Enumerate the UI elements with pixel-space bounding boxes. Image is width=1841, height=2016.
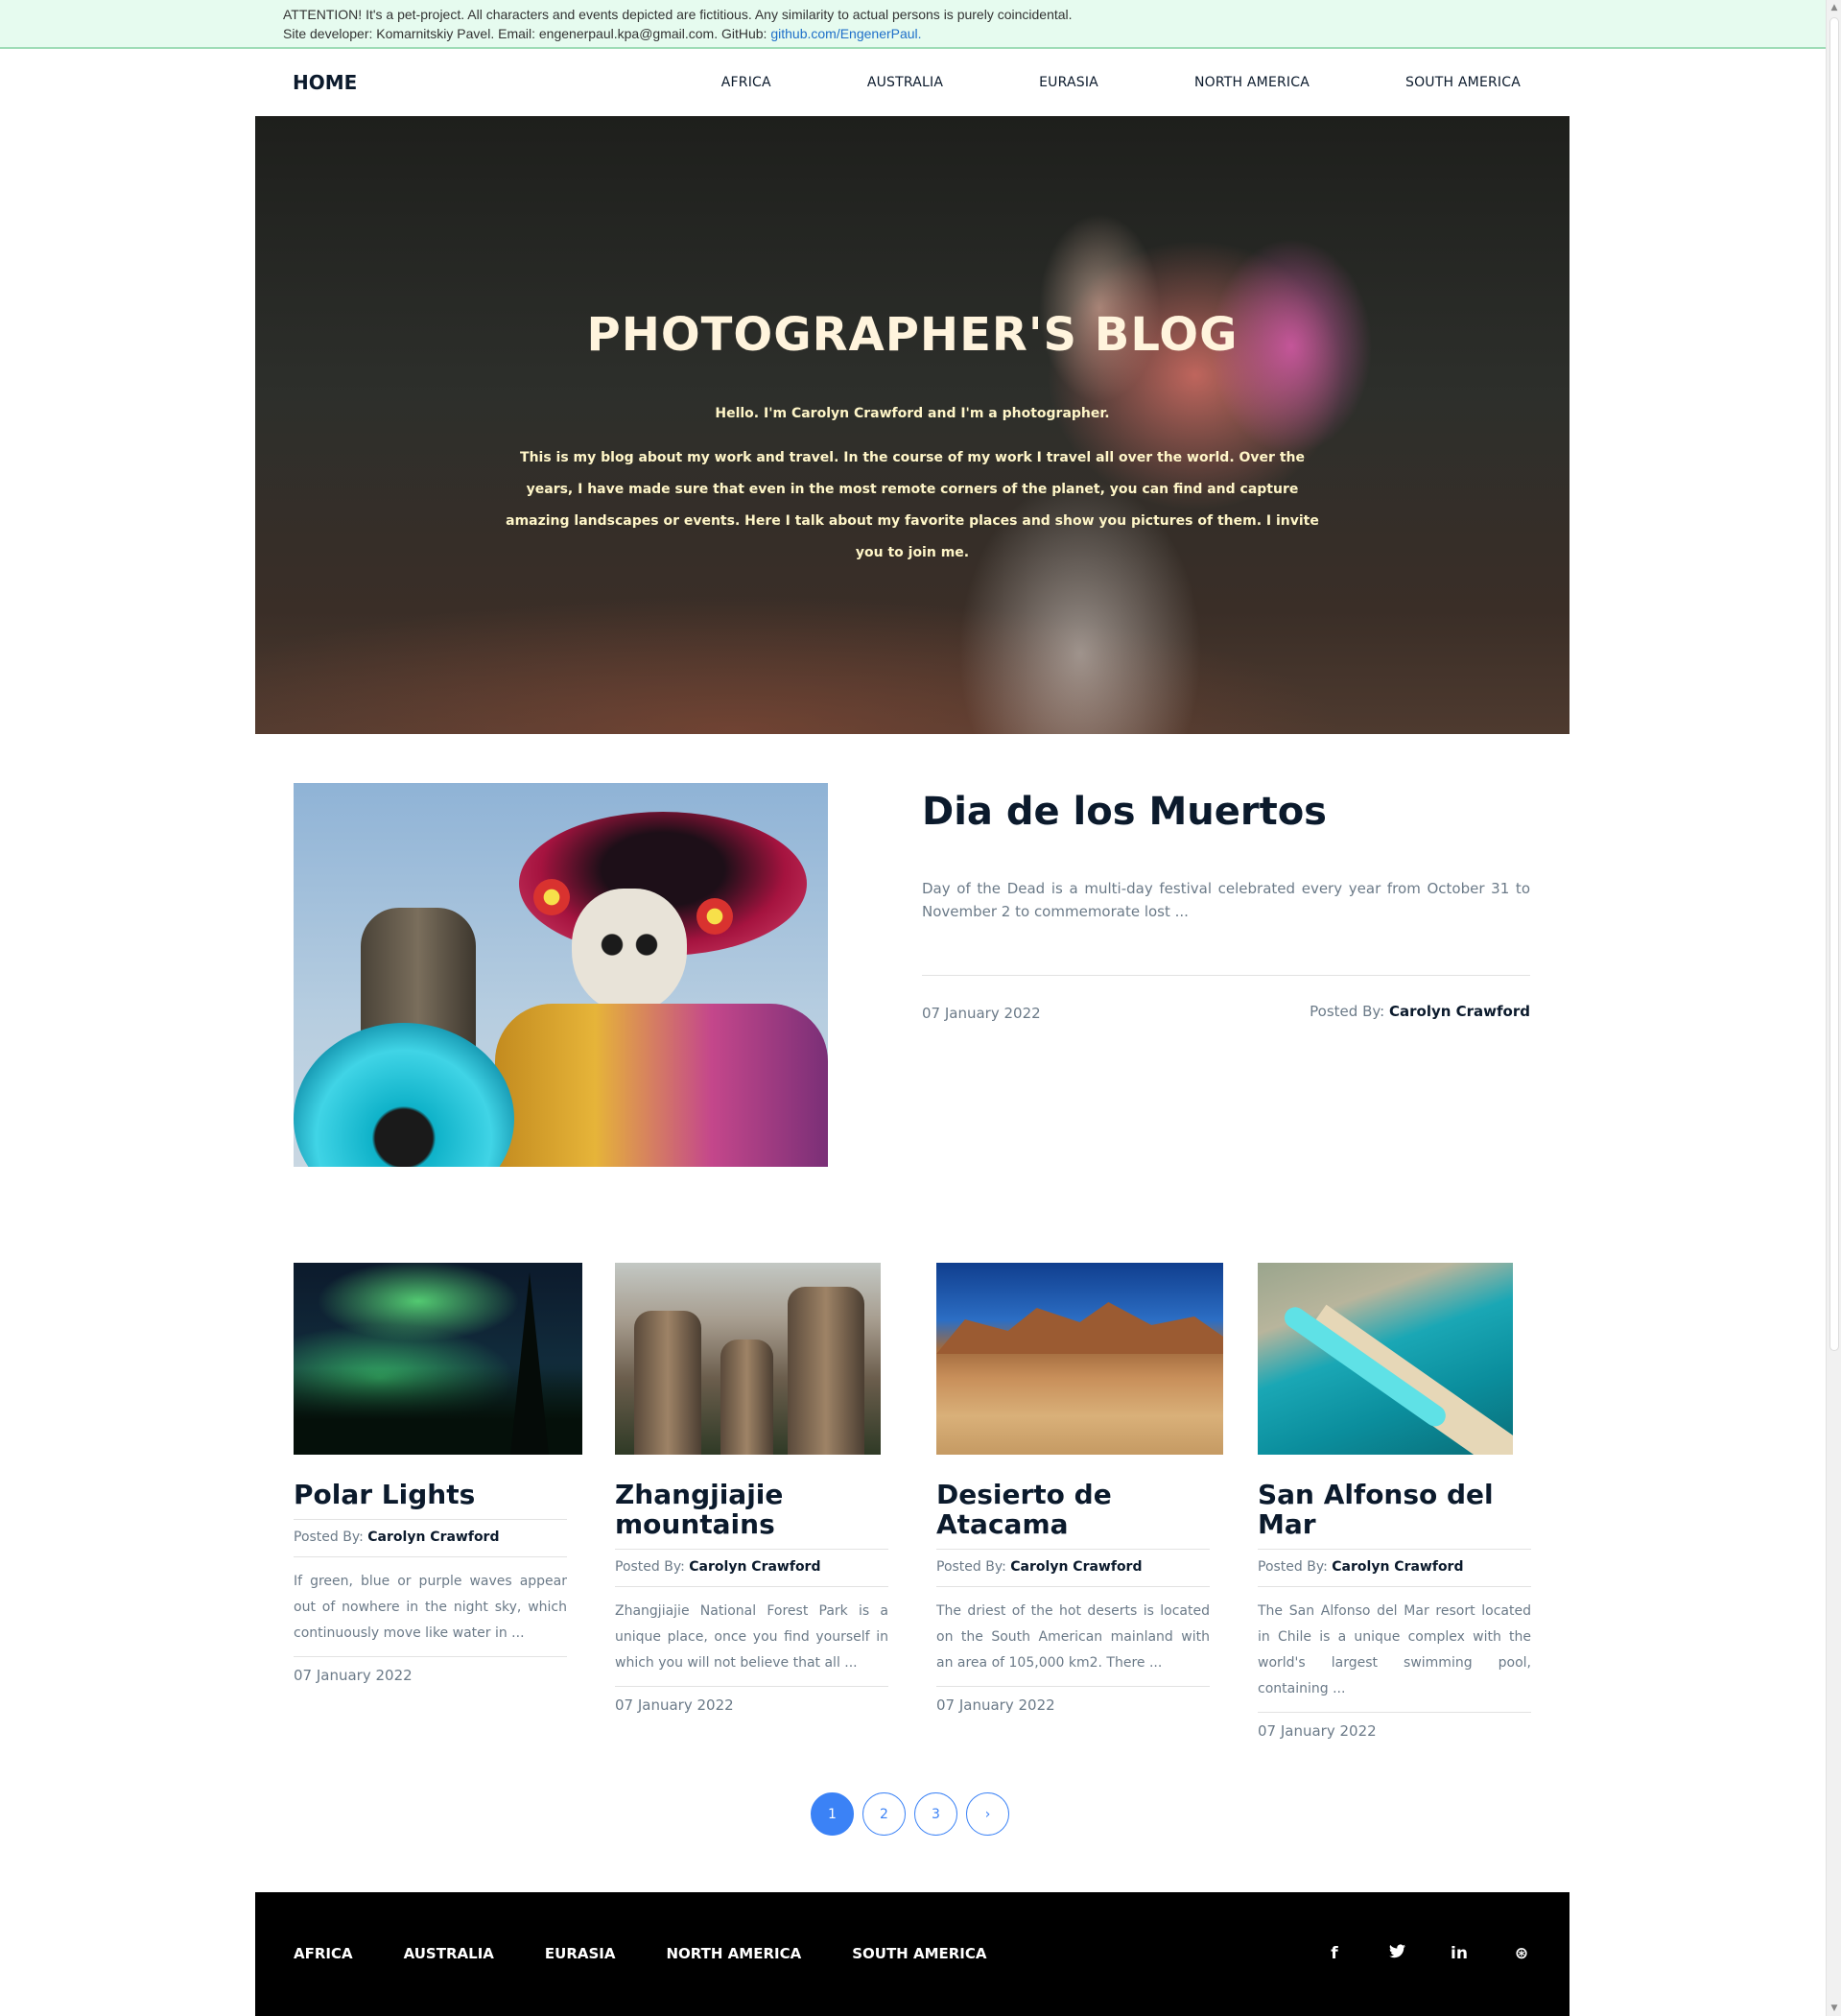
post-title[interactable]: Desierto de Atacama [936, 1480, 1210, 1550]
social-links: f in ⊛ [1282, 1892, 1531, 2015]
rock-pillar-shape [634, 1311, 701, 1455]
posted-by-label: Posted By: [1310, 1003, 1389, 1020]
posted-by-label: Posted By: [615, 1559, 690, 1575]
footer-link-eurasia[interactable]: EURASIA [545, 1945, 616, 1962]
footer-link-australia[interactable]: AUSTRALIA [404, 1945, 494, 1962]
page-scrollbar[interactable]: ▲ ▼ [1826, 0, 1841, 2016]
post-author: Posted By: Carolyn Crawford [294, 1520, 567, 1557]
post-date: 07 January 2022 [615, 1696, 734, 1714]
scroll-down-arrow-icon[interactable]: ▼ [1827, 2001, 1841, 2016]
featured-post-image[interactable] [294, 783, 828, 1167]
post-card-atacama: Desierto de Atacama Posted By: Carolyn C… [936, 1263, 1223, 1714]
post-excerpt: The driest of the hot deserts is located… [936, 1587, 1210, 1687]
catrina-dress-shape [495, 1004, 828, 1167]
post-author: Posted By: Carolyn Crawford [615, 1550, 888, 1587]
github-link[interactable]: github.com/EngenerPaul. [770, 26, 921, 41]
linkedin-icon[interactable]: in [1450, 1944, 1469, 1963]
nav-link-africa[interactable]: AFRICA [721, 75, 771, 90]
beach-shape [1304, 1304, 1513, 1455]
tree-shape [510, 1272, 549, 1455]
post-image-atacama[interactable] [936, 1263, 1223, 1455]
post-author: Posted By: Carolyn Crawford [1258, 1550, 1531, 1587]
hero-intro-text: This is my blog about my work and travel… [506, 450, 1319, 560]
post-author: Posted By: Carolyn Crawford [936, 1550, 1210, 1587]
author-name: Carolyn Crawford [1010, 1559, 1143, 1575]
featured-post-excerpt: Day of the Dead is a multi-day festival … [922, 880, 1530, 920]
page-button-2[interactable]: 2 [862, 1792, 906, 1836]
post-excerpt: Zhangjiajie National Forest Park is a un… [615, 1587, 888, 1687]
catrina-skull-shape [572, 889, 687, 1013]
post-excerpt: The San Alfonso del Mar resort located i… [1258, 1587, 1531, 1713]
nav-region-links: AFRICA AUSTRALIA EURASIA NORTH AMERICA S… [625, 49, 1521, 116]
footer-link-africa[interactable]: AFRICA [294, 1945, 353, 1962]
hero-greeting: Hello. I'm Carolyn Crawford and I'm a ph… [715, 406, 1110, 421]
catrina-fan-shape [294, 1023, 514, 1167]
post-date: 07 January 2022 [936, 1696, 1055, 1714]
posted-by-label: Posted By: [936, 1559, 1011, 1575]
author-name: Carolyn Crawford [1332, 1559, 1464, 1575]
footer-region-links: AFRICA AUSTRALIA EURASIA NORTH AMERICA S… [294, 1892, 1038, 2015]
next-page-button[interactable]: › [966, 1792, 1009, 1836]
notice-line-2: Site developer: Komarnitskiy Pavel. Emai… [283, 24, 1826, 43]
post-title[interactable]: Zhangjiajie mountains [615, 1480, 888, 1550]
post-image-polar-lights[interactable] [294, 1263, 582, 1455]
post-card-polar-lights: Polar Lights Posted By: Carolyn Crawford… [294, 1263, 582, 1684]
twitter-icon-svg [1388, 1944, 1405, 1958]
footer-link-south-america[interactable]: SOUTH AMERICA [852, 1945, 986, 1962]
twitter-icon[interactable] [1387, 1944, 1406, 1963]
facebook-icon[interactable]: f [1325, 1944, 1344, 1963]
nav-link-eurasia[interactable]: EURASIA [1039, 75, 1098, 90]
featured-post-title[interactable]: Dia de los Muertos [922, 790, 1327, 834]
post-title[interactable]: Polar Lights [294, 1480, 567, 1520]
flower-shape [533, 879, 570, 915]
top-navigation: HOME AFRICA AUSTRALIA EURASIA NORTH AMER… [0, 49, 1826, 116]
post-card-zhangjiajie: Zhangjiajie mountains Posted By: Carolyn… [615, 1263, 888, 1714]
mountain-ridge-shape [936, 1302, 1223, 1354]
scrollbar-thumb[interactable] [1829, 17, 1839, 1351]
featured-post-date: 07 January 2022 [922, 1005, 1041, 1022]
post-excerpt: If green, blue or purple waves appear ou… [294, 1557, 567, 1657]
dribbble-icon[interactable]: ⊛ [1512, 1944, 1531, 1963]
flower-shape [696, 898, 733, 935]
footer-link-north-america[interactable]: NORTH AMERICA [666, 1945, 801, 1962]
posted-by-label: Posted By: [1258, 1559, 1333, 1575]
author-name: Carolyn Crawford [1388, 1003, 1530, 1020]
pagination: 1 2 3 › [811, 1792, 1018, 1836]
page-button-1[interactable]: 1 [811, 1792, 854, 1836]
featured-post-author: Posted By: Carolyn Crawford [1310, 1003, 1530, 1020]
nav-link-north-america[interactable]: NORTH AMERICA [1194, 75, 1310, 90]
notice-line-1: ATTENTION! It's a pet-project. All chara… [283, 7, 1073, 22]
pool-shape [1280, 1302, 1451, 1431]
post-card-san-alfonso: San Alfonso del Mar Posted By: Carolyn C… [1258, 1263, 1531, 1740]
post-title[interactable]: San Alfonso del Mar [1258, 1480, 1531, 1550]
notice-bar: ATTENTION! It's a pet-project. All chara… [0, 0, 1826, 49]
scroll-up-arrow-icon[interactable]: ▲ [1827, 0, 1841, 15]
author-name: Carolyn Crawford [689, 1559, 821, 1575]
page-button-3[interactable]: 3 [914, 1792, 957, 1836]
notice-developer-text: Site developer: Komarnitskiy Pavel. Emai… [283, 26, 771, 41]
post-date: 07 January 2022 [294, 1667, 413, 1684]
divider [922, 975, 1530, 976]
nav-link-australia[interactable]: AUSTRALIA [867, 75, 943, 90]
nav-link-south-america[interactable]: SOUTH AMERICA [1405, 75, 1521, 90]
footer: AFRICA AUSTRALIA EURASIA NORTH AMERICA S… [255, 1892, 1570, 2016]
author-name: Carolyn Crawford [367, 1530, 500, 1545]
nav-home-link[interactable]: HOME [293, 49, 357, 116]
post-date: 07 January 2022 [1258, 1722, 1377, 1740]
rock-pillar-shape [720, 1340, 773, 1455]
hero-banner: PHOTOGRAPHER'S BLOG Hello. I'm Carolyn C… [255, 116, 1570, 734]
rock-pillar-shape [788, 1287, 864, 1455]
hero-title: PHOTOGRAPHER'S BLOG [586, 308, 1239, 362]
post-image-zhangjiajie[interactable] [615, 1263, 881, 1455]
posted-by-label: Posted By: [294, 1530, 368, 1545]
post-image-san-alfonso[interactable] [1258, 1263, 1513, 1455]
